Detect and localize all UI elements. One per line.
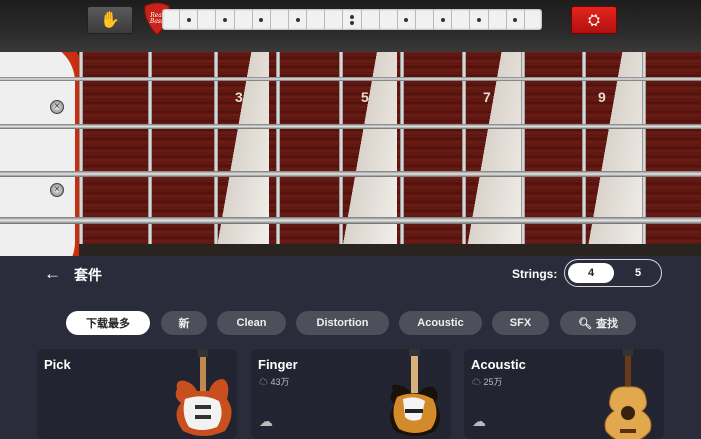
fret-number: 7 <box>483 89 491 105</box>
download-icon: ☁ <box>472 377 482 387</box>
settings-button[interactable]: ⛭ <box>571 6 617 34</box>
precision-bass-image <box>390 349 440 436</box>
panel-title: 套件 <box>74 267 102 283</box>
kit-download-count: ☁ 25万 <box>472 377 503 387</box>
acoustic-bass-image <box>604 349 652 439</box>
kits-panel: ← 套件 Strings: 4 5 下载最多 新 Clean Distortio… <box>0 256 701 439</box>
kit-download-count: ☁ 43万 <box>259 377 290 387</box>
filter-most-downloaded[interactable]: 下载最多 <box>66 311 150 335</box>
fretboard-edge <box>79 244 701 256</box>
bass-neck[interactable]: × × 3 5 7 9 <box>0 52 701 256</box>
hand-mode-button[interactable]: ✋ <box>87 6 133 34</box>
fret-number: 5 <box>361 89 369 105</box>
screw-icon: × <box>50 183 64 197</box>
kit-name: Finger <box>258 357 298 372</box>
filter-search[interactable]: 🔍︎ 查找 <box>560 311 636 335</box>
filter-distortion[interactable]: Distortion <box>296 311 389 335</box>
kit-name: Pick <box>44 357 71 372</box>
string-a[interactable] <box>0 171 701 177</box>
fret-number: 3 <box>235 89 243 105</box>
settings-icon: ⛭ <box>587 11 600 29</box>
filter-search-label: 查找 <box>595 318 618 330</box>
kit-name: Acoustic <box>471 357 526 372</box>
strings-option-5[interactable]: 5 <box>615 263 661 283</box>
download-button-icon[interactable]: ☁ <box>259 413 273 430</box>
mini-fretboard-scroller[interactable] <box>162 9 542 30</box>
screw-icon: × <box>50 100 64 114</box>
kit-card-acoustic[interactable]: Acoustic ☁ 25万 ☁ <box>464 349 664 439</box>
string-e[interactable] <box>0 217 701 224</box>
hand-icon: ✋ <box>100 12 120 29</box>
filter-new[interactable]: 新 <box>161 311 207 335</box>
pickguard <box>0 52 75 256</box>
filter-clean[interactable]: Clean <box>217 311 286 335</box>
string-d[interactable] <box>0 124 701 129</box>
kit-card-finger[interactable]: Finger ☁ 43万 ☁ <box>251 349 451 439</box>
back-arrow-icon[interactable]: ← <box>44 264 61 284</box>
filter-acoustic[interactable]: Acoustic <box>399 311 482 335</box>
download-icon: ☁ <box>259 377 269 387</box>
top-bar: ✋ Real Bass ⛭ <box>0 0 701 52</box>
fret-number: 9 <box>598 89 606 105</box>
download-button-icon[interactable]: ☁ <box>472 413 486 430</box>
string-g[interactable] <box>0 77 701 81</box>
kit-card-pick[interactable]: Pick <box>37 349 237 439</box>
filter-sfx[interactable]: SFX <box>492 311 549 335</box>
search-icon: 🔍︎ <box>578 317 592 330</box>
strings-toggle: 4 5 <box>564 259 662 287</box>
strings-label: Strings: <box>512 267 558 281</box>
strings-option-4[interactable]: 4 <box>568 263 614 283</box>
electric-bass-image <box>175 349 232 436</box>
